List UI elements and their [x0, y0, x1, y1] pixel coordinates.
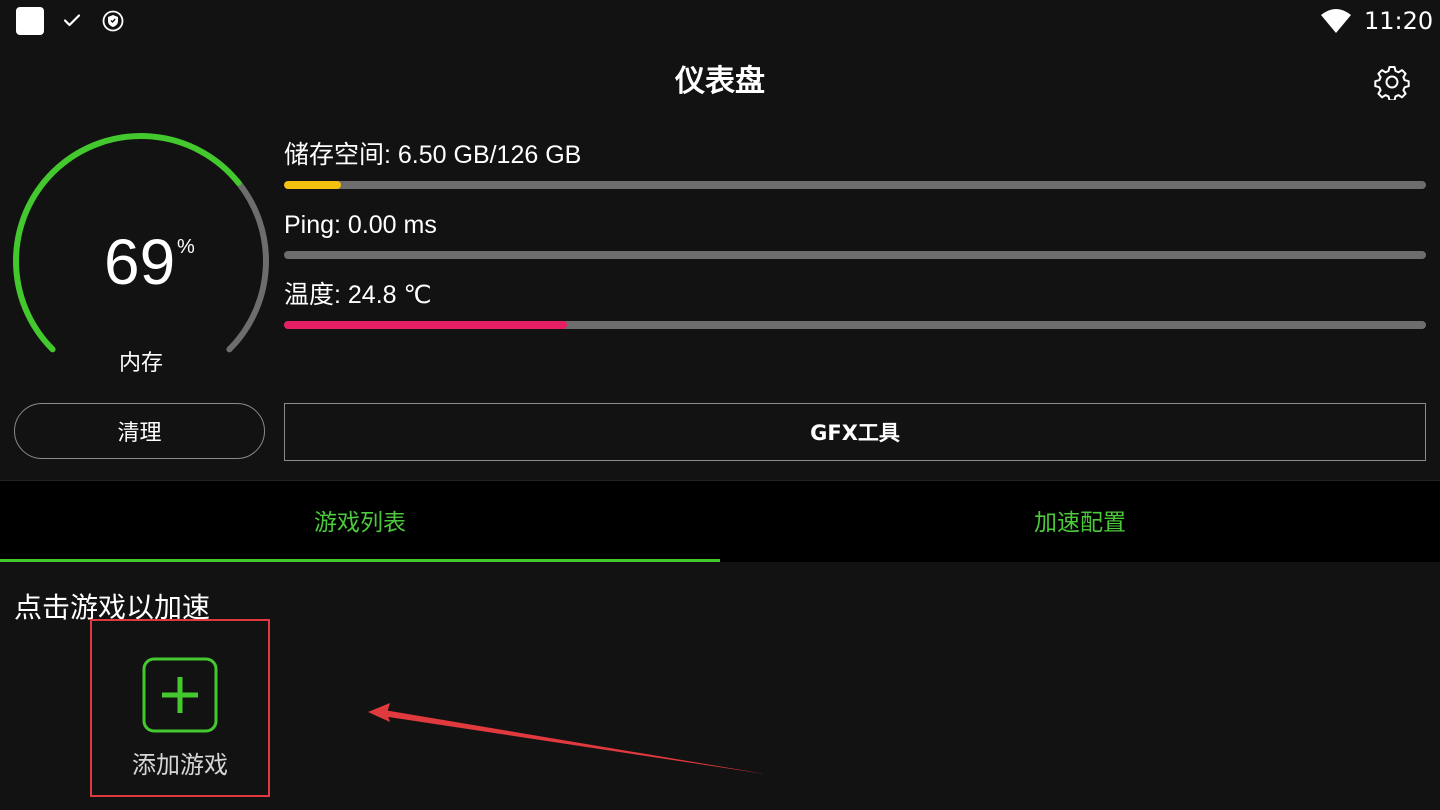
clean-button[interactable]: 清理 [14, 403, 265, 459]
add-game-button[interactable]: 添加游戏 [104, 640, 256, 790]
tab-game-list[interactable]: 游戏列表 [0, 481, 720, 559]
storage-bar [284, 181, 1426, 189]
app-icon [16, 7, 44, 35]
annotation-arrow [368, 703, 765, 774]
gfx-tool-button[interactable]: GFX工具 [284, 403, 1426, 461]
clock: 11:20 [1364, 7, 1434, 35]
temperature-label: 温度: 24.8 ℃ [284, 281, 432, 309]
shield-icon [102, 10, 124, 32]
tab-bar: 游戏列表 加速配置 [0, 480, 1440, 562]
ping-bar [284, 251, 1426, 259]
status-bar: 11:20 [0, 0, 1440, 44]
temperature-bar [284, 321, 1426, 329]
tab-boost-config[interactable]: 加速配置 [720, 481, 1440, 559]
storage-bar-fill [284, 181, 342, 189]
gear-icon[interactable] [1374, 64, 1410, 100]
add-game-label: 添加游戏 [132, 751, 228, 779]
ping-label: Ping: 0.00 ms [284, 211, 437, 239]
page-title: 仪表盘 [675, 64, 765, 99]
memory-label: 内存 [118, 351, 163, 376]
plus-icon [142, 657, 218, 733]
temperature-bar-fill [284, 321, 568, 329]
active-tab-indicator [0, 559, 720, 562]
memory-value: 69 [104, 226, 176, 298]
memory-gauge-track [226, 179, 269, 353]
wifi-icon [1321, 9, 1351, 33]
check-icon [63, 14, 81, 27]
memory-unit: % [177, 236, 195, 258]
game-list-hint: 点击游戏以加速 [14, 591, 211, 624]
storage-label: 储存空间: 6.50 GB/126 GB [284, 141, 582, 169]
